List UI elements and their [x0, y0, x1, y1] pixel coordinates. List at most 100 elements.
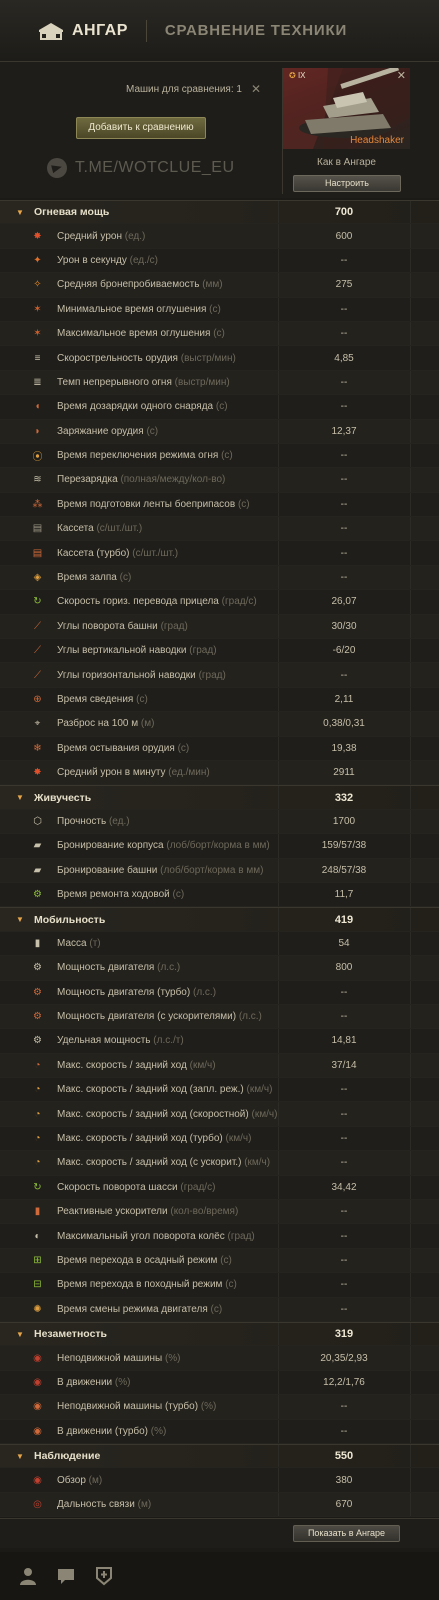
stat-value: 14,81	[331, 1035, 357, 1047]
stat-label: Время сведения (с)	[57, 694, 148, 705]
chevron-down-icon[interactable]: ▼	[16, 915, 24, 924]
section-header-row[interactable]: ▼ Незаметность 319	[0, 1321, 439, 1347]
column-divider	[410, 1273, 411, 1297]
stat-name: Кассета (турбо)	[57, 547, 130, 559]
stat-unit: (км/ч)	[189, 1059, 216, 1071]
column-divider	[410, 370, 411, 395]
stat-name: Урон в секунду	[57, 254, 127, 266]
stat-row: ≡ Скорострельность орудия (выстр/мин) 4,85	[0, 346, 439, 371]
stat-unit: (л.с.)	[157, 962, 181, 974]
stat-row: ⦿ Время переключения режима огня (с) --	[0, 443, 439, 469]
stat-row: ◉ Неподвижной машины (%) 20,35/2,93	[0, 1346, 439, 1371]
stat-value: --	[340, 1425, 348, 1437]
top-nav: АНГАР СРАВНЕНИЕ ТЕХНИКИ	[0, 0, 439, 62]
weight-icon: ▮	[34, 937, 41, 949]
stat-value: 19,38	[331, 742, 357, 754]
stat-label: Темп непрерывного огня (выстр/мин)	[57, 377, 230, 388]
elevation-icon: ⟋	[34, 645, 41, 657]
stat-row: ◐ Максимальный угол поворота колёс (град)…	[0, 1224, 439, 1249]
clear-compare-icon[interactable]: ✕	[251, 82, 261, 96]
column-divider	[410, 687, 411, 712]
column-divider	[410, 663, 411, 687]
add-to-compare-button[interactable]: Добавить к сравнению	[76, 117, 206, 139]
configure-button[interactable]: Настроить	[293, 175, 401, 192]
stat-unit: (с)	[220, 1254, 232, 1266]
view-range-icon: ◉	[33, 1474, 42, 1486]
camo-stationary-icon: ◉	[33, 1352, 42, 1364]
stat-unit: (%)	[200, 1401, 217, 1413]
stat-label: Время подготовки ленты боеприпасов (с)	[57, 499, 250, 510]
chevron-down-icon[interactable]: ▼	[16, 793, 24, 802]
stat-row: ◉ Неподвижной машины (турбо) (%) --	[0, 1395, 439, 1420]
profile-icon[interactable]	[18, 1566, 38, 1586]
stat-row: ↻ Скорость поворота шасси (град/с) 34,42	[0, 1175, 439, 1201]
aim-time-icon: ⊕	[33, 694, 42, 705]
column-divider	[410, 760, 411, 785]
stat-row: ⊞ Время перехода в осадный режим (с) --	[0, 1248, 439, 1274]
column-divider	[410, 1444, 411, 1468]
column-divider	[410, 956, 411, 980]
column-divider	[410, 908, 411, 931]
stat-name: Неподвижной машины	[57, 1352, 163, 1364]
table-footer: Показать в Ангаре	[0, 1518, 439, 1548]
stat-value: 26,07	[331, 596, 357, 608]
stat-name: Время перехода в осадный режим	[57, 1254, 218, 1266]
stat-label: Средний урон в минуту (ед./мин)	[57, 767, 210, 778]
tank-config-state: Как в Ангаре	[317, 157, 376, 168]
chevron-down-icon[interactable]: ▼	[16, 1330, 24, 1339]
hangar-icon[interactable]	[38, 22, 64, 40]
section-header-row[interactable]: ▼ Наблюдение 550	[0, 1443, 439, 1469]
stat-label: Углы поворота башни (град)	[57, 621, 188, 632]
stat-value: 12,37	[331, 425, 357, 437]
chat-icon[interactable]	[56, 1566, 76, 1586]
show-in-hangar-button[interactable]: Показать в Ангаре	[293, 1525, 400, 1542]
column-divider	[410, 297, 411, 321]
chevron-down-icon[interactable]: ▼	[16, 1452, 24, 1461]
stat-unit: (%)	[150, 1425, 167, 1437]
stat-label: Средняя бронепробиваемость (мм)	[57, 279, 223, 290]
stat-value: 159/57/38	[321, 840, 367, 852]
stat-name: Перезарядка	[57, 474, 118, 486]
stat-label: Мощность двигателя (л.с.)	[57, 962, 180, 973]
stat-row: ◗ Заряжание орудия (с) 12,37	[0, 419, 439, 444]
stat-label: Скорость гориз. перевода прицела (град/с…	[57, 596, 257, 607]
watermark: T.ME/WOTCLUE_EU	[47, 158, 235, 178]
stat-value: --	[340, 669, 348, 681]
tank-nation-icon: ✪	[289, 71, 296, 80]
stat-row: ◈ Время залпа (с) --	[0, 565, 439, 591]
section-header-row[interactable]: ▼ Огневая мощь 700	[0, 200, 439, 225]
stat-unit: (град)	[189, 645, 217, 657]
stat-name: Мобильность	[34, 913, 106, 926]
engine-boost-icon: ⚙	[33, 1011, 42, 1023]
stat-name: Время перехода в походный режим	[57, 1279, 223, 1291]
section-header-row[interactable]: ▼ Мобильность 419	[0, 907, 439, 932]
stat-row: ▤ Кассета (турбо) (с/шт./шт.) --	[0, 541, 439, 566]
stat-label: Время дозарядки одного снаряда (с)	[57, 401, 228, 412]
stat-label: Максимальный угол поворота колёс (град)	[57, 1231, 255, 1242]
stat-value: 37/14	[331, 1059, 357, 1071]
penetration-icon: ✧	[33, 279, 42, 291]
stat-value: -6/20	[332, 645, 356, 657]
damage-icon: ✸	[33, 230, 42, 242]
stat-unit: (с)	[136, 694, 148, 705]
section-score: 419	[334, 913, 354, 926]
horizontal-aim-icon: ⟋	[34, 669, 41, 681]
rocket-boosters-icon: ▮	[34, 1206, 41, 1218]
chevron-down-icon[interactable]: ▼	[16, 208, 24, 217]
stat-unit: (ед.)	[108, 815, 130, 827]
stat-unit: (л.с.)	[192, 986, 217, 998]
stat-unit: (с)	[237, 498, 250, 510]
column-divider	[410, 639, 411, 663]
section-header-row[interactable]: ▼ Живучесть 332	[0, 785, 439, 810]
nav-hangar-link[interactable]: АНГАР	[72, 22, 128, 40]
damage-per-minute-icon: ✸	[33, 767, 42, 779]
clan-icon[interactable]	[94, 1566, 114, 1586]
ammo-belt-icon: ⁂	[32, 498, 43, 510]
remove-tank-icon[interactable]: ✕	[397, 69, 406, 82]
stat-label: Мощность двигателя (турбо) (л.с.)	[57, 987, 216, 998]
tank-tier: ✪ IX	[289, 71, 306, 80]
stat-value: --	[340, 1206, 348, 1218]
tank-card[interactable]: ✪ IX ✕ Headshaker Как в Ангаре Настроить	[282, 68, 410, 194]
section-label: Живучесть	[34, 792, 91, 804]
stat-name: Время залпа	[57, 572, 117, 584]
